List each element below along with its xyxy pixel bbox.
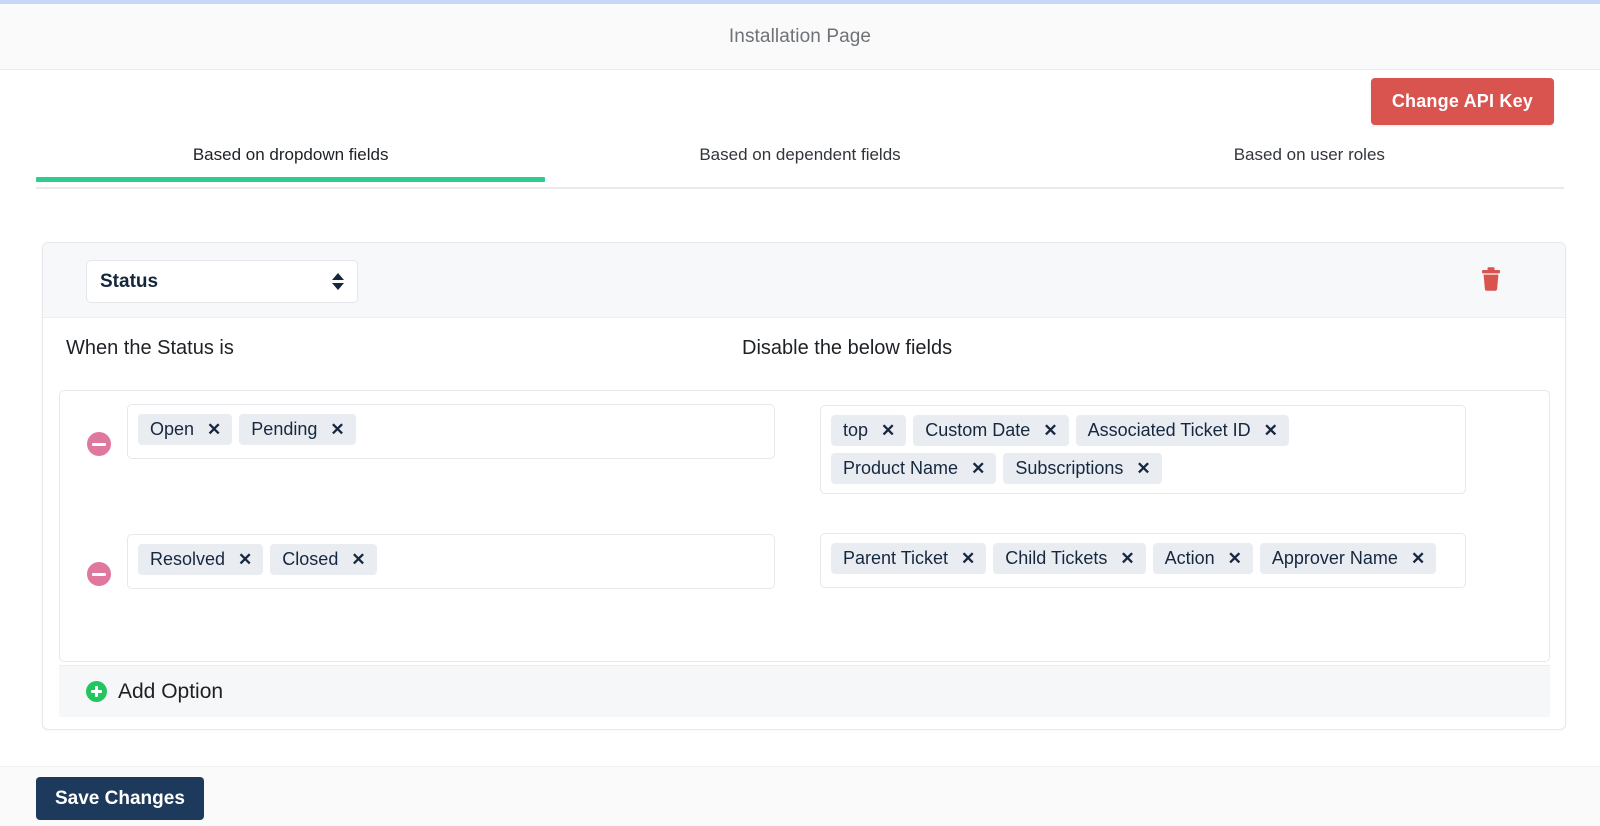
left-column-title: When the Status is [66, 337, 234, 359]
installation-page: Installation Page Change API Key Based o… [0, 0, 1600, 826]
field-select-value: Status [100, 270, 159, 292]
tag-remove-icon[interactable]: ✕ [238, 551, 252, 568]
rule-conditions-column: Open ✕ Pending ✕ [60, 391, 775, 459]
rules-container: Open ✕ Pending ✕ top ✕ Custom Date ✕ Ass… [59, 390, 1550, 662]
column-titles: When the Status is Disable the below fie… [43, 318, 1565, 380]
tag-label: Associated Ticket ID [1087, 420, 1251, 440]
trash-icon [1482, 267, 1500, 291]
tab-based-on-dropdown-fields[interactable]: Based on dropdown fields [36, 133, 546, 182]
tag-remove-icon[interactable]: ✕ [330, 421, 344, 438]
tag-label: Pending [251, 419, 318, 439]
add-option-label: Add Option [118, 679, 224, 703]
add-option-button[interactable]: Add Option [59, 665, 1550, 717]
tab-based-on-user-roles[interactable]: Based on user roles [1055, 133, 1564, 180]
right-column-title: Disable the below fields [742, 337, 953, 359]
tag-remove-icon[interactable]: ✕ [881, 422, 895, 439]
tag-remove-icon[interactable]: ✕ [1136, 460, 1150, 477]
tag-label: Open [150, 419, 195, 439]
condition-tag-input[interactable]: Resolved ✕ Closed ✕ [127, 534, 775, 589]
api-key-row: Change API Key [0, 71, 1600, 133]
tag-label: Approver Name [1271, 548, 1398, 568]
tag[interactable]: Action ✕ [1152, 543, 1253, 574]
stepper-updown-icon [332, 271, 344, 293]
tag[interactable]: Subscriptions ✕ [1003, 453, 1162, 484]
field-select[interactable]: Status [86, 260, 358, 303]
tag-remove-icon[interactable]: ✕ [1228, 550, 1242, 567]
tab-bar: Based on dropdown fields Based on depend… [36, 133, 1564, 189]
tag-label: Product Name [843, 458, 959, 478]
rule-card-header: Status [43, 243, 1565, 318]
tag[interactable]: Pending ✕ [239, 414, 356, 445]
tag[interactable]: Product Name ✕ [831, 453, 997, 484]
rule-row: Open ✕ Pending ✕ top ✕ Custom Date ✕ Ass… [60, 391, 1549, 521]
rule-fields-column: top ✕ Custom Date ✕ Associated Ticket ID… [820, 405, 1466, 494]
tag[interactable]: Open ✕ [138, 414, 233, 445]
tag-label: Custom Date [925, 420, 1031, 440]
minus-circle-icon[interactable] [87, 432, 111, 456]
tag-remove-icon[interactable]: ✕ [351, 551, 365, 568]
tag-remove-icon[interactable]: ✕ [1120, 550, 1134, 567]
tag-remove-icon[interactable]: ✕ [1411, 550, 1425, 567]
tag-remove-icon[interactable]: ✕ [1264, 422, 1278, 439]
tag-label: Subscriptions [1015, 458, 1124, 478]
minus-circle-icon[interactable] [87, 562, 111, 586]
tag[interactable]: Associated Ticket ID ✕ [1075, 415, 1289, 446]
tag-label: Resolved [150, 549, 226, 569]
tag-remove-icon[interactable]: ✕ [1043, 422, 1057, 439]
plus-circle-icon [86, 681, 107, 702]
tag[interactable]: top ✕ [831, 415, 907, 446]
tag[interactable]: Closed ✕ [270, 544, 377, 575]
rule-card: Status When the Status is Disable the be… [42, 242, 1566, 730]
page-footer: Save Changes [0, 766, 1600, 826]
tag-remove-icon[interactable]: ✕ [971, 460, 985, 477]
disabled-fields-tag-input[interactable]: Parent Ticket ✕ Child Tickets ✕ Action ✕ [820, 533, 1466, 588]
tag[interactable]: Approver Name ✕ [1259, 543, 1437, 574]
rule-fields-column: Parent Ticket ✕ Child Tickets ✕ Action ✕ [820, 533, 1466, 588]
tag-remove-icon[interactable]: ✕ [207, 421, 221, 438]
tag-remove-icon[interactable]: ✕ [961, 550, 975, 567]
tag[interactable]: Custom Date ✕ [913, 415, 1069, 446]
save-changes-button[interactable]: Save Changes [36, 777, 204, 820]
tag[interactable]: Resolved ✕ [138, 544, 264, 575]
change-api-key-button[interactable]: Change API Key [1370, 78, 1554, 125]
tag[interactable]: Parent Ticket ✕ [831, 543, 987, 574]
tab-based-on-dependent-fields[interactable]: Based on dependent fields [545, 133, 1054, 180]
condition-tag-input[interactable]: Open ✕ Pending ✕ [127, 404, 775, 459]
rule-conditions-column: Resolved ✕ Closed ✕ [60, 521, 775, 589]
rule-row: Resolved ✕ Closed ✕ Parent Ticket ✕ Chil… [60, 521, 1549, 653]
tag-label: Closed [282, 549, 339, 569]
tag-label: Action [1164, 548, 1215, 568]
tag[interactable]: Child Tickets ✕ [993, 543, 1146, 574]
page-title: Installation Page [728, 25, 872, 47]
tag-label: Child Tickets [1005, 548, 1108, 568]
disabled-fields-tag-input[interactable]: top ✕ Custom Date ✕ Associated Ticket ID… [820, 405, 1466, 494]
tag-label: Parent Ticket [843, 548, 949, 568]
page-header: Installation Page [0, 4, 1600, 70]
delete-rule-button[interactable] [1472, 261, 1510, 301]
tag-label: top [843, 420, 869, 440]
